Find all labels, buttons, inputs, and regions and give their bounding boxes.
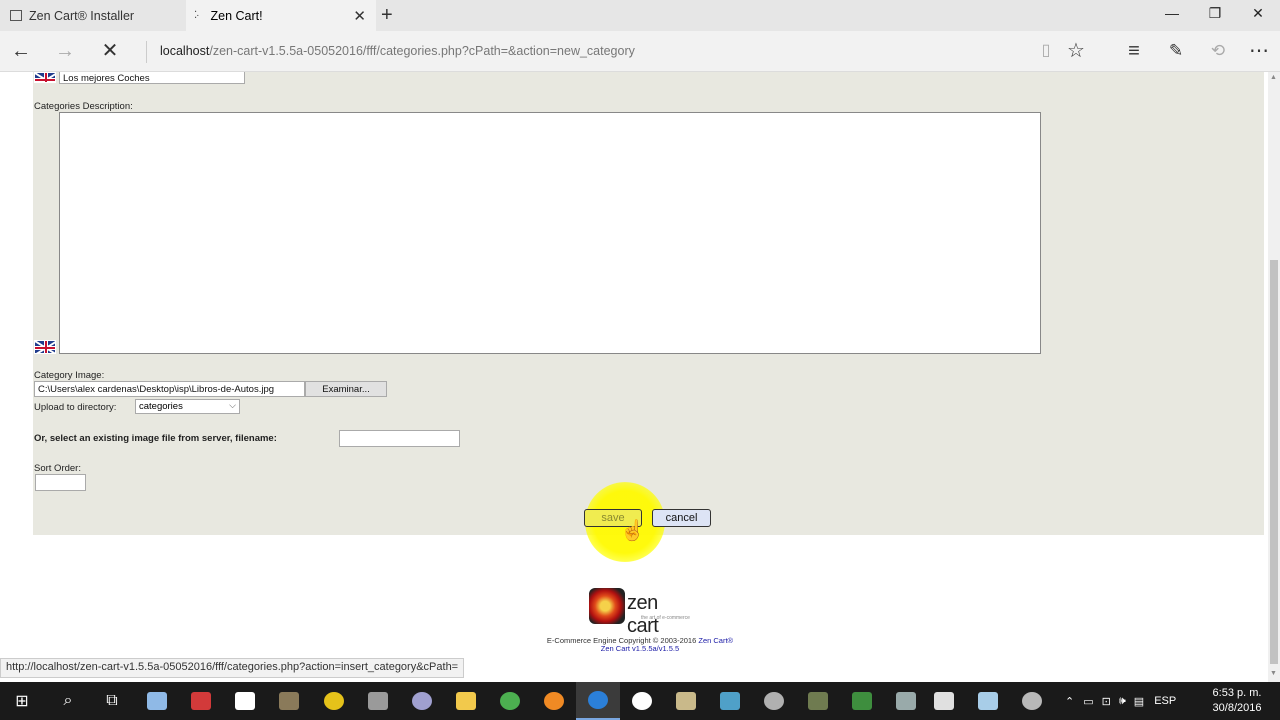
address-path: /zen-cart-v1.5.5a-05052016/fff/categorie… xyxy=(209,44,635,58)
vertical-scrollbar[interactable]: ▲ ▼ xyxy=(1268,72,1280,682)
app-icon[interactable] xyxy=(664,682,708,720)
file-path-field[interactable]: C:\Users\alex cardenas\Desktop\isp\Libro… xyxy=(34,381,305,397)
uk-flag-icon xyxy=(34,340,56,354)
existing-image-label: Or, select an existing image file from s… xyxy=(34,433,277,444)
app-icon[interactable] xyxy=(966,682,1010,720)
category-description-textarea[interactable] xyxy=(59,112,1041,354)
app-icon[interactable] xyxy=(708,682,752,720)
coin-app-icon[interactable] xyxy=(312,682,356,720)
language-indicator[interactable]: ESP xyxy=(1154,695,1176,707)
clock[interactable]: 6:53 p. m. 30/8/2016 xyxy=(1204,686,1270,716)
task-view-icon[interactable]: ⧉ xyxy=(90,682,134,720)
scroll-up-icon[interactable]: ▲ xyxy=(1270,74,1277,81)
store-icon[interactable] xyxy=(223,682,267,720)
share-icon[interactable]: ⟲ xyxy=(1206,40,1230,62)
favorite-star-icon[interactable]: ☆ xyxy=(1064,40,1088,62)
description-label: Categories Description: xyxy=(34,101,133,112)
stop-icon[interactable]: ✕ xyxy=(98,40,122,62)
tab-zen-cart[interactable]: ⁚· Zen Cart! ✕ xyxy=(186,0,376,31)
restore-icon[interactable]: ❐ xyxy=(1200,5,1230,22)
address-host: localhost xyxy=(160,44,210,58)
text-editor-icon[interactable] xyxy=(179,682,223,720)
chrome-icon[interactable] xyxy=(488,682,532,720)
page-icon xyxy=(10,10,22,21)
upload-directory-label: Upload to directory: xyxy=(34,402,117,413)
clock-time: 6:53 p. m. xyxy=(1212,687,1262,699)
web-note-icon[interactable]: ✎ xyxy=(1164,40,1188,62)
hub-icon[interactable]: ≡ xyxy=(1122,40,1146,62)
forward-icon[interactable]: → xyxy=(53,40,77,62)
tab-zen-cart-installer[interactable]: Zen Cart® Installer xyxy=(0,0,186,31)
logo-tagline: the art of e-commerce xyxy=(641,615,690,621)
cancel-button[interactable]: cancel xyxy=(652,509,711,527)
network-icon[interactable]: ⊡ xyxy=(1102,695,1111,708)
app-icon[interactable] xyxy=(796,682,840,720)
tab-title: Zen Cart® Installer xyxy=(29,8,135,23)
version-line: Zen Cart v1.5.5a/v1.5.5 xyxy=(0,644,1268,653)
system-tray: ⌃ ▭ ⊡ 🕪 ▤ ESP xyxy=(1060,682,1182,720)
app-icon[interactable] xyxy=(840,682,884,720)
clock-date: 30/8/2016 xyxy=(1212,702,1262,714)
page-content: Los mejores Coches Categories Descriptio… xyxy=(0,72,1268,682)
app-icon[interactable] xyxy=(267,682,311,720)
notification-icon[interactable]: ▤ xyxy=(1134,695,1144,708)
reading-view-icon[interactable]: ▯ xyxy=(1034,40,1058,62)
upload-directory-value: categories xyxy=(139,401,183,412)
file-explorer-icon[interactable] xyxy=(444,682,488,720)
network-app-icon[interactable] xyxy=(135,682,179,720)
tab-title: Zen Cart! xyxy=(210,8,263,23)
new-tab-icon[interactable]: + xyxy=(381,4,393,27)
volume-icon[interactable]: 🕪 xyxy=(1119,695,1126,708)
zen-cart-logo[interactable]: zen cart the art of e-commerce xyxy=(589,586,693,637)
uk-flag-icon xyxy=(34,72,56,83)
version-link[interactable]: Zen Cart v1.5.5a/v1.5.5 xyxy=(601,644,679,653)
minimize-icon[interactable]: — xyxy=(1157,5,1187,21)
close-tab-icon[interactable]: ✕ xyxy=(353,7,366,25)
firefox-icon[interactable] xyxy=(532,682,576,720)
status-bar-url: http://localhost/zen-cart-v1.5.5a-050520… xyxy=(0,658,465,678)
more-icon[interactable]: ⋯ xyxy=(1247,40,1271,62)
scroll-down-icon[interactable]: ▼ xyxy=(1270,670,1277,677)
app-icon[interactable] xyxy=(752,682,796,720)
windows-start-icon[interactable]: ⊞ xyxy=(0,682,44,720)
search-icon[interactable]: ⌕ xyxy=(46,682,90,720)
windows-taskbar: ⊞ ⌕ ⧉ ⌃ ▭ ⊡ 🕪 ▤ ESP 6:53 p. m. 30/8/2016 xyxy=(0,682,1280,720)
close-window-icon[interactable]: ✕ xyxy=(1243,5,1273,22)
tab-bar: Zen Cart® Installer ⁚· Zen Cart! ✕ + — ❐… xyxy=(0,0,1280,31)
keyboard-app-icon[interactable] xyxy=(356,682,400,720)
address-bar[interactable]: localhost/zen-cart-v1.5.5a-05052016/fff/… xyxy=(160,44,635,58)
yandex-icon[interactable] xyxy=(620,682,664,720)
divider xyxy=(146,41,147,63)
upload-directory-select[interactable]: categories ⌵ xyxy=(135,399,240,414)
paint-app-icon[interactable] xyxy=(400,682,444,720)
chevron-up-icon[interactable]: ⌃ xyxy=(1065,695,1074,708)
chevron-down-icon: ⌵ xyxy=(229,400,236,410)
zen-cart-logo-mark xyxy=(589,588,625,624)
settings-app-icon[interactable] xyxy=(1010,682,1054,720)
scroll-thumb[interactable] xyxy=(1270,260,1278,664)
sort-order-input[interactable] xyxy=(35,474,86,491)
category-image-file-input[interactable]: C:\Users\alex cardenas\Desktop\isp\Libro… xyxy=(34,381,387,397)
existing-image-filename-input[interactable] xyxy=(339,430,460,447)
back-icon[interactable]: ← xyxy=(9,40,33,62)
browse-button[interactable]: Examinar... xyxy=(305,381,387,397)
battery-icon[interactable]: ▭ xyxy=(1083,695,1093,708)
sort-order-label: Sort Order: xyxy=(34,463,81,474)
category-image-label: Category Image: xyxy=(34,370,105,381)
loading-icon: ⁚· xyxy=(194,10,199,21)
navigation-bar: ← → ✕ localhost/zen-cart-v1.5.5a-0505201… xyxy=(0,31,1280,72)
hand-cursor-icon: ☝ xyxy=(620,520,645,542)
app-icon[interactable] xyxy=(922,682,966,720)
edge-icon[interactable] xyxy=(576,682,620,720)
category-name-input[interactable]: Los mejores Coches xyxy=(59,72,245,84)
